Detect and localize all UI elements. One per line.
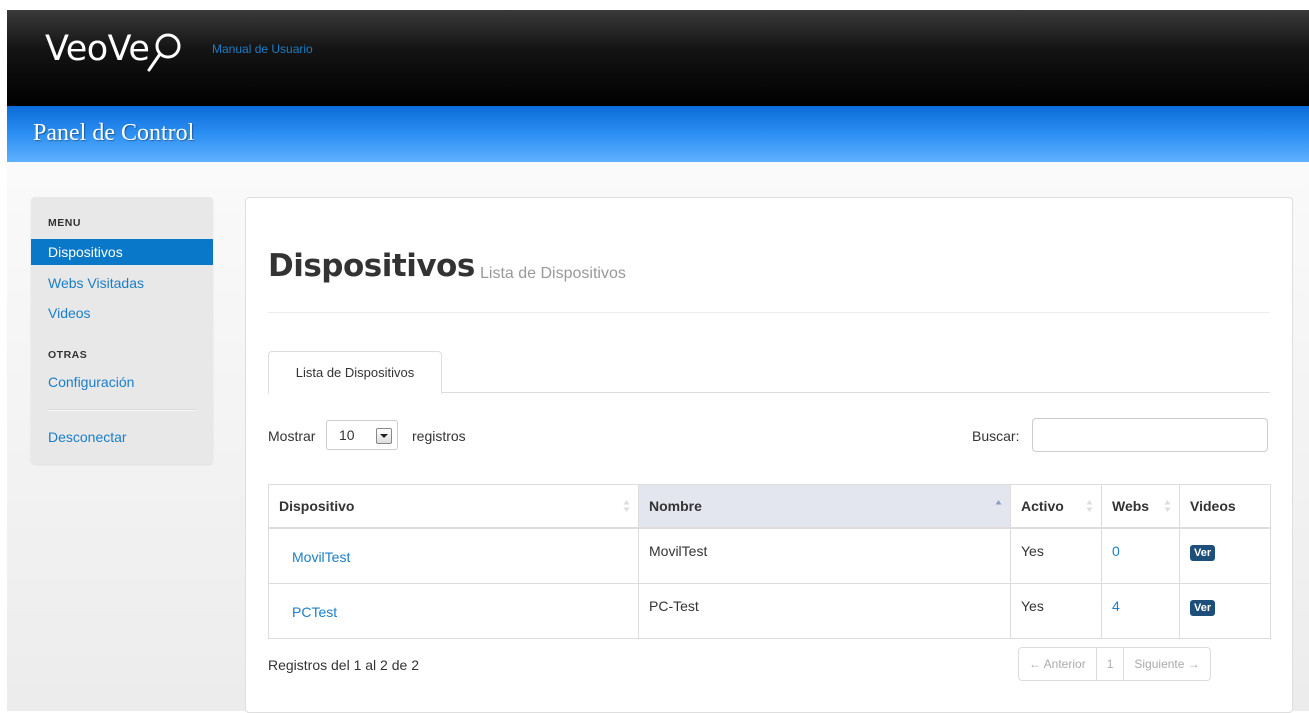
table-header-row: Dispositivo Nombre Activo Webs Videos xyxy=(268,484,1271,529)
cell-webs: 4 xyxy=(1101,583,1180,639)
cell-activo: Yes xyxy=(1010,583,1102,639)
column-header-label: Videos xyxy=(1190,498,1236,514)
length-select-value: 10 xyxy=(339,427,355,443)
column-header-nombre[interactable]: Nombre xyxy=(638,484,1011,529)
pagination-next-button[interactable]: Siguiente → xyxy=(1123,648,1209,680)
device-link[interactable]: MovilTest xyxy=(292,549,350,565)
column-header-dispositivo[interactable]: Dispositivo xyxy=(268,484,639,529)
cell-dispositivo: PCTest xyxy=(268,583,639,639)
column-header-label: Activo xyxy=(1021,498,1064,514)
column-header-activo[interactable]: Activo xyxy=(1010,484,1102,529)
column-header-label: Nombre xyxy=(649,498,702,514)
magnifier-icon xyxy=(147,33,181,72)
length-label-before: Mostrar xyxy=(268,428,316,444)
cell-nombre: PC-Test xyxy=(638,583,1011,639)
cell-activo: Yes xyxy=(1010,527,1102,584)
sort-both-icon xyxy=(623,500,630,512)
search-label: Buscar: xyxy=(972,428,1020,444)
devices-table: Dispositivo Nombre Activo Webs Videos Mo… xyxy=(268,484,1271,639)
table-row: MovilTest MovilTest Yes 0 Ver xyxy=(268,527,1271,584)
sort-both-icon xyxy=(1164,500,1171,512)
panel-header: Panel de Control xyxy=(7,106,1309,162)
sort-asc-icon xyxy=(995,500,1002,505)
top-navbar: VeoVe Manual de Usuario xyxy=(7,10,1309,106)
length-label-after: registros xyxy=(412,428,466,444)
ver-videos-button[interactable]: Ver xyxy=(1190,545,1216,561)
ver-videos-button[interactable]: Ver xyxy=(1190,600,1216,616)
column-header-label: Dispositivo xyxy=(279,498,355,514)
manual-link[interactable]: Manual de Usuario xyxy=(212,42,313,56)
dropdown-arrow-icon xyxy=(376,428,392,444)
column-header-webs[interactable]: Webs xyxy=(1101,484,1180,529)
panel-title: Panel de Control xyxy=(33,120,195,146)
pagination: ← Anterior 1 Siguiente → xyxy=(1018,647,1211,681)
page-subtitle: Lista de Dispositivos xyxy=(480,265,626,282)
column-header-label: Webs xyxy=(1112,498,1150,514)
sidebar-item-desconectar[interactable]: Desconectar xyxy=(48,429,127,445)
length-select[interactable]: 10 xyxy=(326,420,398,450)
sidebar-item-webs-visitadas[interactable]: Webs Visitadas xyxy=(48,275,144,291)
cell-videos: Ver xyxy=(1179,583,1271,639)
cell-dispositivo: MovilTest xyxy=(268,527,639,584)
column-header-videos: Videos xyxy=(1179,484,1271,529)
menu-header: MENU xyxy=(48,217,81,229)
page-title: Dispositivos xyxy=(268,248,475,284)
tab-lista-dispositivos[interactable]: Lista de Dispositivos xyxy=(268,351,442,394)
webs-count-link[interactable]: 0 xyxy=(1112,543,1120,559)
cell-videos: Ver xyxy=(1179,527,1271,584)
sidebar: MENU Dispositivos Webs Visitadas Videos … xyxy=(31,197,213,464)
pagination-prev-button[interactable]: ← Anterior xyxy=(1019,648,1096,680)
sidebar-item-videos[interactable]: Videos xyxy=(48,305,91,321)
search-input[interactable] xyxy=(1032,418,1268,452)
app-logo[interactable]: VeoVe xyxy=(45,24,185,74)
title-divider xyxy=(268,312,1270,313)
sidebar-divider xyxy=(48,409,196,411)
sidebar-item-dispositivos[interactable]: Dispositivos xyxy=(31,239,213,265)
table-info: Registros del 1 al 2 de 2 xyxy=(268,657,419,673)
pagination-page-1[interactable]: 1 xyxy=(1095,648,1124,680)
sort-both-icon xyxy=(1086,500,1093,512)
main-panel: Dispositivos Lista de Dispositivos Lista… xyxy=(245,197,1293,713)
cell-webs: 0 xyxy=(1101,527,1180,584)
logo-text: VeoVe xyxy=(45,29,150,69)
webs-count-link[interactable]: 4 xyxy=(1112,598,1120,614)
table-row: PCTest PC-Test Yes 4 Ver xyxy=(268,583,1271,639)
sidebar-item-configuracion[interactable]: Configuración xyxy=(48,374,134,390)
cell-nombre: MovilTest xyxy=(638,527,1011,584)
device-link[interactable]: PCTest xyxy=(292,604,337,620)
otras-header: OTRAS xyxy=(48,349,88,361)
